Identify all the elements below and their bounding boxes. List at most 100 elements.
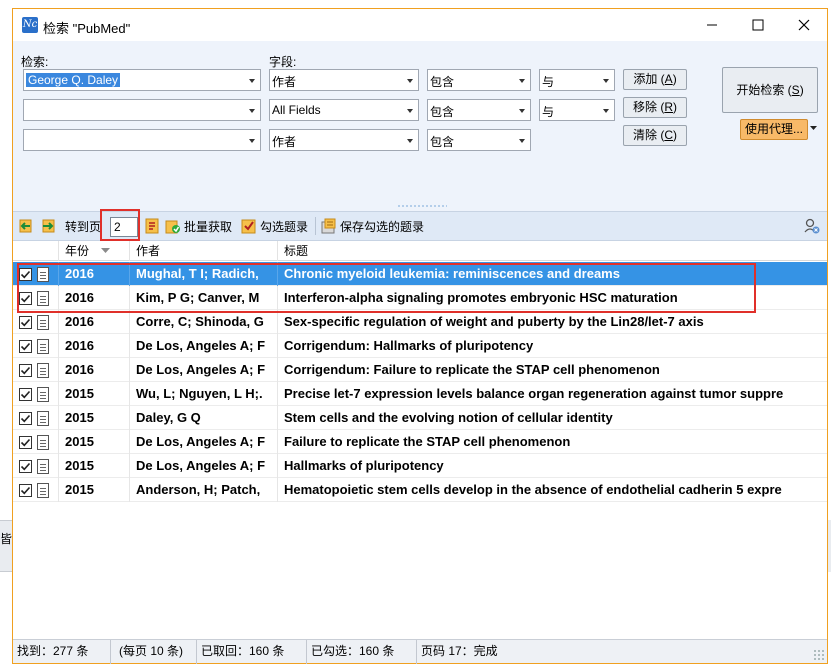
table-row[interactable]: 2015 De Los, Angeles A; F Failure to repli… <box>13 430 827 454</box>
search-dialog-window: Nc 检索 "PubMed" 检索: 字段: George Q. Daley 作… <box>12 8 828 664</box>
chevron-down-icon[interactable] <box>603 109 609 113</box>
chevron-down-icon[interactable] <box>519 139 525 143</box>
save-checked-button[interactable]: 保存勾选的题录 <box>321 212 424 240</box>
chevron-down-icon[interactable] <box>519 79 525 83</box>
arrow-left-icon <box>19 219 32 233</box>
search-term-input-2[interactable] <box>23 99 261 121</box>
batch-fetch-icon <box>165 220 180 234</box>
row-year: 2015 <box>59 406 130 430</box>
table-row[interactable]: 2015 Daley, G Q Stem cells and the evolvin… <box>13 406 827 430</box>
row-icons-cell <box>13 406 59 430</box>
status-per-page: (每页 10 条) <box>115 640 197 664</box>
add-button[interactable]: 添加 (A) <box>623 69 687 90</box>
table-row[interactable]: 2016 De Los, Angeles A; F Corrigendum: Fai… <box>13 358 827 382</box>
batch-fetch-button[interactable]: 批量获取 <box>165 212 232 240</box>
field-select-3[interactable]: 作者 <box>269 129 419 151</box>
field-select-value: All Fields <box>272 103 321 117</box>
row-checkbox[interactable] <box>19 436 32 449</box>
minimize-button[interactable] <box>689 9 735 41</box>
clear-button-key: C <box>664 128 674 142</box>
row-year: 2015 <box>59 478 130 502</box>
row-checkbox[interactable] <box>19 388 32 401</box>
table-row[interactable]: 2016 Corre, C; Shinoda, G Sex-specific reg… <box>13 310 827 334</box>
row-icons-cell <box>13 382 59 406</box>
header-year-label: 年份 <box>65 244 90 258</box>
use-proxy-label: 使用代理... <box>744 122 803 136</box>
add-button-label: 添加 <box>633 72 658 86</box>
row-title: Precise let-7 expression levels balance … <box>284 386 784 401</box>
row-icons-cell <box>13 310 59 334</box>
chevron-down-icon[interactable] <box>407 109 413 113</box>
resize-grip[interactable] <box>813 649 825 661</box>
field-select-2[interactable]: All Fields <box>269 99 419 121</box>
row-year: 2015 <box>59 430 130 454</box>
clear-button[interactable]: 清除 (C) <box>623 125 687 146</box>
row-year: 2016 <box>59 334 130 358</box>
header-author[interactable]: 作者 <box>130 241 278 261</box>
chevron-down-icon[interactable] <box>407 79 413 83</box>
document-icon <box>37 387 49 402</box>
search-term-input-1[interactable]: George Q. Daley <box>23 69 261 91</box>
row-checkbox[interactable] <box>19 412 32 425</box>
row-author: De Los, Angeles A; F <box>130 430 278 454</box>
chevron-down-icon[interactable] <box>249 79 255 83</box>
row-checkbox[interactable] <box>19 484 32 497</box>
search-term-input-3[interactable] <box>23 129 261 151</box>
panel-splitter[interactable] <box>397 205 447 207</box>
document-icon <box>37 459 49 474</box>
row-author: Corre, C; Shinoda, G <box>130 310 278 334</box>
chevron-down-icon[interactable] <box>603 79 609 83</box>
proxy-dropdown-icon[interactable] <box>810 126 817 132</box>
close-button[interactable] <box>781 9 827 41</box>
chevron-down-icon[interactable] <box>249 139 255 143</box>
start-search-button[interactable]: 开始检索 (S) <box>722 67 818 113</box>
row-author: Anderson, H; Patch, <box>130 478 278 502</box>
toolbar-divider <box>315 217 316 235</box>
row-author: De Los, Angeles A; F <box>130 454 278 478</box>
row-icons-cell <box>13 358 59 382</box>
toolbar-settings-button[interactable] <box>803 212 821 240</box>
table-row[interactable]: 2015 Wu, L; Nguyen, L H;. Precise let-7 ex… <box>13 382 827 406</box>
operator-select-value: 包含 <box>430 135 455 149</box>
row-checkbox[interactable] <box>19 460 32 473</box>
row-author: De Los, Angeles A; F <box>130 358 278 382</box>
status-fetched: 已取回：160 条 <box>197 640 307 664</box>
row-checkbox[interactable] <box>19 316 32 329</box>
maximize-button[interactable] <box>735 9 781 41</box>
use-proxy-button[interactable]: 使用代理... <box>740 119 808 140</box>
header-title[interactable]: 标题 <box>278 241 827 261</box>
remove-button[interactable]: 移除 (R) <box>623 97 687 118</box>
operator-select-3[interactable]: 包含 <box>427 129 531 151</box>
operator-select-1[interactable]: 包含 <box>427 69 531 91</box>
check-records-button[interactable]: 勾选题录 <box>241 212 308 240</box>
row-title: Hematopoietic stem cells develop in the … <box>284 482 782 497</box>
operator-select-value: 包含 <box>430 105 455 119</box>
conjunction-select-2[interactable]: 与 <box>539 99 615 121</box>
row-checkbox[interactable] <box>19 364 32 377</box>
status-page-state: 页码 17：完成 <box>421 644 498 658</box>
check-records-icon <box>241 219 256 234</box>
row-checkbox[interactable] <box>19 340 32 353</box>
next-page-button[interactable] <box>39 212 55 240</box>
table-row[interactable]: 2015 Anderson, H; Patch, Hematopoietic ste… <box>13 478 827 502</box>
table-row[interactable]: 2016 De Los, Angeles A; F Corrigendum: Hal… <box>13 334 827 358</box>
goto-page-label: 转到页 <box>65 219 102 234</box>
chevron-down-icon[interactable] <box>249 109 255 113</box>
document-icon <box>37 339 49 354</box>
batch-fetch-label: 批量获取 <box>184 219 233 234</box>
chevron-down-icon[interactable] <box>407 139 413 143</box>
prev-page-button[interactable] <box>19 212 35 240</box>
header-icons-column <box>13 241 59 261</box>
table-row[interactable]: 2015 De Los, Angeles A; F Hallmarks of plu… <box>13 454 827 478</box>
goto-page-button[interactable] <box>144 212 160 240</box>
conjunction-select-1[interactable]: 与 <box>539 69 615 91</box>
field-select-1[interactable]: 作者 <box>269 69 419 91</box>
row-author: Daley, G Q <box>130 406 278 430</box>
chevron-down-icon[interactable] <box>519 109 525 113</box>
row-year: 2015 <box>59 454 130 478</box>
row-icons-cell <box>13 454 59 478</box>
operator-select-2[interactable]: 包含 <box>427 99 531 121</box>
header-year[interactable]: 年份 <box>59 241 130 261</box>
row-title: Corrigendum: Hallmarks of pluripotency <box>284 338 534 353</box>
goto-icon <box>145 218 159 234</box>
